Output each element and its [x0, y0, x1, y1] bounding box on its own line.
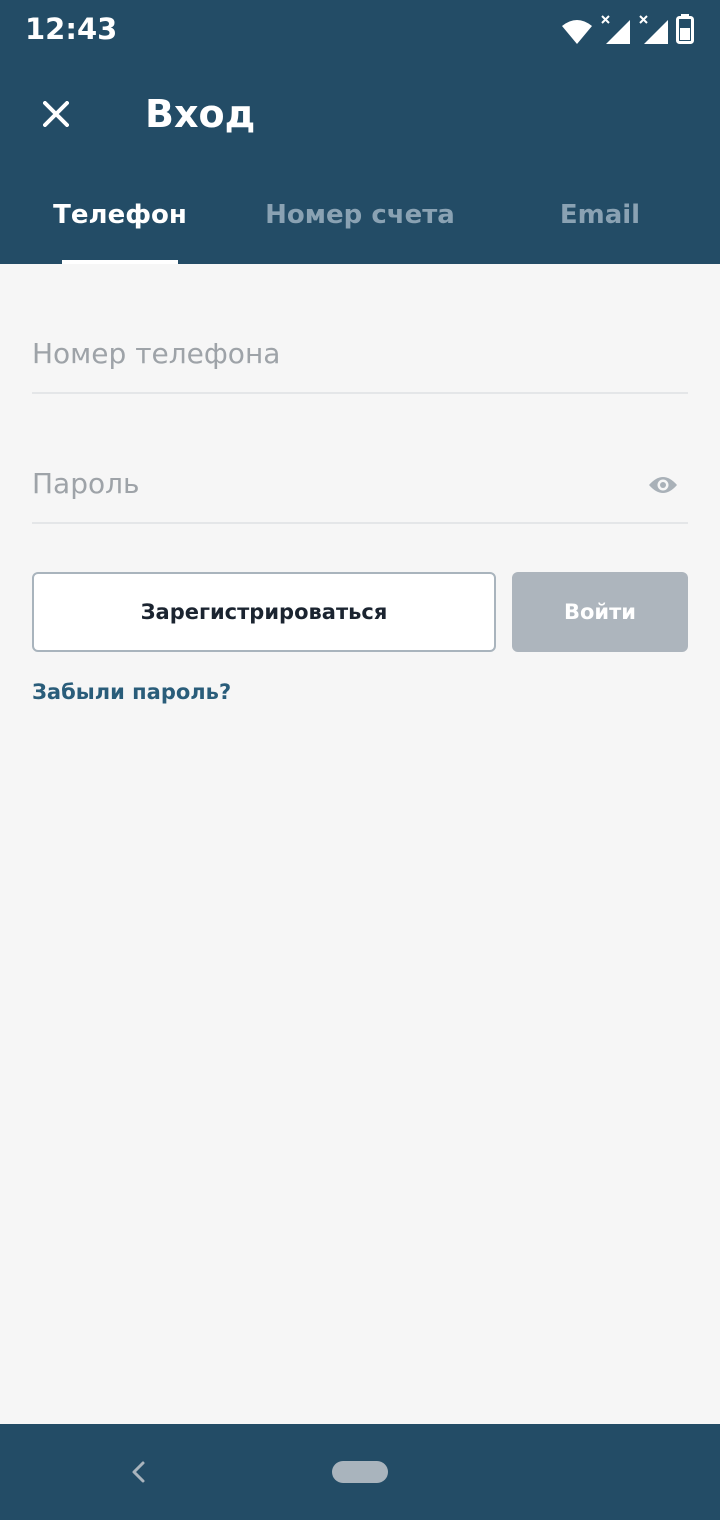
active-tab-indicator	[62, 260, 178, 264]
battery-icon	[676, 14, 694, 44]
toolbar: Вход	[0, 58, 720, 170]
tab-account-number[interactable]: Номер счета	[250, 180, 470, 264]
forgot-password-link[interactable]: Забыли пароль?	[32, 680, 231, 704]
close-button[interactable]	[24, 82, 88, 146]
eye-icon	[649, 477, 677, 493]
app-header: 12:43 Вход Телефон Номер счета Email	[0, 0, 720, 264]
tab-email[interactable]: Email	[530, 180, 670, 264]
home-pill-icon[interactable]	[332, 1461, 388, 1483]
system-nav-bar	[0, 1424, 720, 1520]
login-method-tabs: Телефон Номер счета Email	[0, 180, 720, 264]
phone-field	[32, 314, 688, 394]
status-bar: 12:43	[0, 0, 720, 58]
nav-back-button[interactable]	[124, 1456, 154, 1488]
show-password-toggle[interactable]	[648, 474, 680, 500]
wifi-icon	[562, 20, 592, 44]
login-button[interactable]: Войти	[512, 572, 688, 652]
signal-icon	[638, 14, 668, 44]
password-input[interactable]	[32, 444, 688, 522]
phone-input[interactable]	[32, 314, 688, 392]
page-title: Вход	[145, 92, 256, 136]
status-icons	[562, 12, 694, 44]
back-chevron-icon	[132, 1461, 145, 1483]
register-button[interactable]: Зарегистрироваться	[32, 572, 496, 652]
tab-phone[interactable]: Телефон	[40, 180, 200, 264]
close-icon	[43, 101, 69, 127]
status-time: 12:43	[25, 12, 118, 46]
password-field	[32, 444, 688, 524]
signal-icon	[600, 14, 630, 44]
